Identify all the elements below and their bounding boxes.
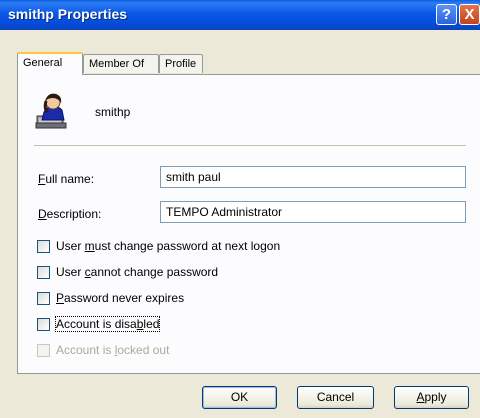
full-name-label: Full name:: [38, 172, 95, 186]
user-name: smithp: [95, 105, 131, 119]
help-icon: ?: [441, 6, 452, 23]
apply-button[interactable]: Apply: [394, 386, 469, 409]
description-label: Description:: [38, 207, 102, 221]
tab-general[interactable]: General: [17, 52, 83, 75]
checkbox[interactable]: [37, 291, 50, 305]
option-label: Password never expires: [56, 291, 185, 305]
ok-button[interactable]: OK: [202, 386, 277, 409]
checkbox[interactable]: [37, 239, 50, 253]
user-icon: [35, 93, 67, 129]
option-cannot-change-password[interactable]: User cannot change password: [37, 264, 218, 280]
window-title: smithp Properties: [8, 6, 128, 22]
option-label: User must change password at next logon: [56, 239, 281, 253]
option-label: User cannot change password: [56, 265, 219, 279]
close-button[interactable]: X: [459, 4, 480, 25]
cancel-button[interactable]: Cancel: [297, 386, 374, 409]
tab-profile[interactable]: Profile: [159, 54, 203, 73]
full-name-field[interactable]: smith paul: [160, 166, 466, 188]
title-bar[interactable]: smithp Properties ? X: [0, 0, 480, 30]
option-must-change-password[interactable]: User must change password at next logon: [37, 238, 280, 254]
checkbox[interactable]: [37, 317, 50, 331]
option-label: Account is locked out: [56, 343, 170, 357]
description-field[interactable]: TEMPO Administrator: [160, 201, 466, 223]
option-password-never-expires[interactable]: Password never expires: [37, 290, 184, 306]
checkbox[interactable]: [37, 265, 50, 279]
separator: [34, 145, 466, 146]
option-account-disabled[interactable]: Account is disabled: [37, 316, 161, 332]
checkbox: [37, 343, 50, 357]
tab-member-of[interactable]: Member Of: [83, 54, 159, 73]
option-label: Account is disabled: [54, 316, 161, 332]
help-button[interactable]: ?: [436, 4, 457, 25]
option-account-locked-out: Account is locked out: [37, 342, 169, 358]
close-icon: X: [464, 6, 475, 23]
